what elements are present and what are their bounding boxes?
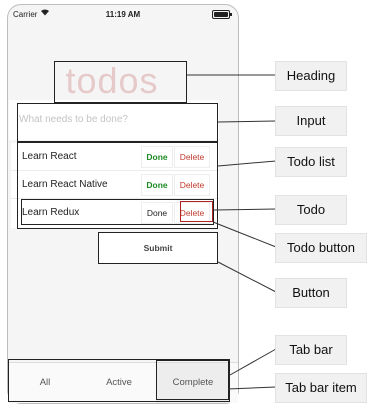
callout-heading: Heading — [275, 61, 347, 91]
callout-input: Input — [275, 106, 347, 136]
leader-todo-button — [212, 221, 277, 248]
leader-tab-bar — [229, 348, 277, 376]
leader-todo — [213, 208, 277, 211]
callout-todo: Todo — [275, 195, 347, 225]
callout-todo-button: Todo button — [275, 233, 367, 263]
leader-tab-bar-item — [227, 386, 277, 390]
callout-button: Button — [275, 278, 347, 308]
leader-button — [217, 261, 277, 293]
leader-input — [217, 120, 277, 123]
leader-todo-list — [217, 160, 277, 167]
callout-tab-bar: Tab bar — [275, 335, 347, 365]
callout-todo-list: Todo list — [275, 147, 347, 177]
callout-tab-bar-item: Tab bar item — [275, 373, 367, 403]
